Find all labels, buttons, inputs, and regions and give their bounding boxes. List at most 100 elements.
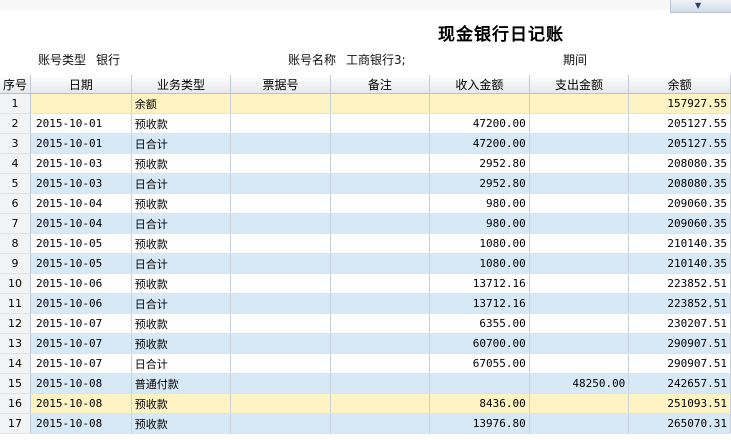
col-header-business-type[interactable]: 业务类型	[131, 75, 232, 94]
cell-income[interactable]: 67055.00	[429, 353, 530, 374]
cell-expense[interactable]	[529, 173, 630, 194]
cell-business-type[interactable]: 预收款	[131, 233, 232, 254]
cell-date[interactable]: 2015-10-03	[30, 173, 132, 194]
cell-remark[interactable]	[330, 213, 431, 234]
cell-voucher-no[interactable]	[230, 233, 331, 254]
cell-voucher-no[interactable]	[230, 293, 331, 314]
table-row[interactable]: 12 2015-10-07 预收款 6355.00 230207.51	[0, 313, 731, 334]
cell-date[interactable]: 2015-10-06	[30, 273, 132, 294]
col-header-expense[interactable]: 支出金额	[529, 75, 630, 94]
cell-remark[interactable]	[330, 93, 431, 114]
table-row[interactable]: 15 2015-10-08 普通付款 48250.00 242657.51	[0, 373, 731, 394]
cell-remark[interactable]	[330, 313, 431, 334]
cell-date[interactable]: 2015-10-08	[30, 413, 132, 434]
cell-expense[interactable]	[529, 333, 630, 354]
collapse-button[interactable]: ▼	[670, 0, 731, 13]
col-header-balance[interactable]: 余额	[628, 75, 731, 94]
cell-balance[interactable]: 251093.51	[628, 393, 731, 414]
cell-remark[interactable]	[330, 353, 431, 374]
col-header-index[interactable]: 序号	[0, 75, 32, 94]
cell-income[interactable]: 1080.00	[429, 233, 530, 254]
cell-business-type[interactable]: 预收款	[131, 313, 232, 334]
cell-balance[interactable]: 242657.51	[628, 373, 731, 394]
cell-business-type[interactable]: 日合计	[131, 213, 232, 234]
cell-date[interactable]: 2015-10-03	[30, 153, 132, 174]
cell-date[interactable]: 2015-10-07	[30, 353, 132, 374]
cell-voucher-no[interactable]	[230, 313, 331, 334]
cell-expense[interactable]	[529, 233, 630, 254]
cell-business-type[interactable]: 日合计	[131, 353, 232, 374]
table-row[interactable]: 17 2015-10-08 预收款 13976.80 265070.31	[0, 413, 731, 434]
cell-date[interactable]: 2015-10-01	[30, 113, 132, 134]
cell-expense[interactable]	[529, 93, 630, 114]
cell-expense[interactable]	[529, 273, 630, 294]
cell-expense[interactable]	[529, 153, 630, 174]
cell-balance[interactable]: 290907.51	[628, 353, 731, 374]
table-row[interactable]: 16 2015-10-08 预收款 8436.00 251093.51	[0, 393, 731, 414]
table-row[interactable]: 8 2015-10-05 预收款 1080.00 210140.35	[0, 233, 731, 254]
cell-balance[interactable]: 208080.35	[628, 173, 731, 194]
cell-income[interactable]: 8436.00	[429, 393, 530, 414]
table-row[interactable]: 13 2015-10-07 预收款 60700.00 290907.51	[0, 333, 731, 354]
cell-date[interactable]: 2015-10-07	[30, 313, 132, 334]
cell-income[interactable]: 980.00	[429, 213, 530, 234]
cell-business-type[interactable]: 预收款	[131, 413, 232, 434]
cell-expense[interactable]	[529, 113, 630, 134]
col-header-income[interactable]: 收入金额	[429, 75, 530, 94]
cell-voucher-no[interactable]	[230, 153, 331, 174]
cell-business-type[interactable]: 普通付款	[131, 373, 232, 394]
cell-balance[interactable]: 230207.51	[628, 313, 731, 334]
cell-remark[interactable]	[330, 413, 431, 434]
cell-expense[interactable]	[529, 213, 630, 234]
cell-expense[interactable]	[529, 353, 630, 374]
cell-date[interactable]: 2015-10-08	[30, 373, 132, 394]
cell-expense[interactable]	[529, 193, 630, 214]
table-row[interactable]: 2 2015-10-01 预收款 47200.00 205127.55	[0, 113, 731, 134]
cell-balance[interactable]: 223852.51	[628, 293, 731, 314]
table-row[interactable]: 14 2015-10-07 日合计 67055.00 290907.51	[0, 353, 731, 374]
cell-business-type[interactable]: 日合计	[131, 253, 232, 274]
cell-remark[interactable]	[330, 273, 431, 294]
cell-remark[interactable]	[330, 333, 431, 354]
cell-balance[interactable]: 210140.35	[628, 233, 731, 254]
cell-income[interactable]	[429, 373, 530, 394]
cell-date[interactable]: 2015-10-08	[30, 393, 132, 414]
cell-date[interactable]: 2015-10-06	[30, 293, 132, 314]
cell-voucher-no[interactable]	[230, 373, 331, 394]
cell-expense[interactable]	[529, 133, 630, 154]
cell-balance[interactable]: 210140.35	[628, 253, 731, 274]
cell-business-type[interactable]: 预收款	[131, 153, 232, 174]
cell-business-type[interactable]: 余额	[131, 93, 232, 114]
cell-income[interactable]: 60700.00	[429, 333, 530, 354]
cell-remark[interactable]	[330, 293, 431, 314]
cell-income[interactable]: 47200.00	[429, 133, 530, 154]
cell-date[interactable]: 2015-10-05	[30, 253, 132, 274]
cell-expense[interactable]: 48250.00	[529, 373, 630, 394]
cell-balance[interactable]: 209060.35	[628, 213, 731, 234]
table-row[interactable]: 10 2015-10-06 预收款 13712.16 223852.51	[0, 273, 731, 294]
cell-date[interactable]: 2015-10-01	[30, 133, 132, 154]
cell-balance[interactable]: 290907.51	[628, 333, 731, 354]
cell-voucher-no[interactable]	[230, 353, 331, 374]
cell-balance[interactable]: 208080.35	[628, 153, 731, 174]
cell-expense[interactable]	[529, 253, 630, 274]
cell-voucher-no[interactable]	[230, 413, 331, 434]
cell-remark[interactable]	[330, 153, 431, 174]
cell-date[interactable]	[30, 93, 132, 114]
cell-remark[interactable]	[330, 133, 431, 154]
cell-balance[interactable]: 209060.35	[628, 193, 731, 214]
cell-date[interactable]: 2015-10-07	[30, 333, 132, 354]
table-row[interactable]: 3 2015-10-01 日合计 47200.00 205127.55	[0, 133, 731, 154]
cell-date[interactable]: 2015-10-05	[30, 233, 132, 254]
cell-remark[interactable]	[330, 373, 431, 394]
cell-remark[interactable]	[330, 173, 431, 194]
cell-income[interactable]: 2952.80	[429, 173, 530, 194]
cell-balance[interactable]: 205127.55	[628, 133, 731, 154]
cell-voucher-no[interactable]	[230, 113, 331, 134]
cell-business-type[interactable]: 预收款	[131, 113, 232, 134]
cell-remark[interactable]	[330, 193, 431, 214]
cell-income[interactable]: 13712.16	[429, 273, 530, 294]
cell-income[interactable]: 47200.00	[429, 113, 530, 134]
cell-date[interactable]: 2015-10-04	[30, 213, 132, 234]
cell-date[interactable]: 2015-10-04	[30, 193, 132, 214]
